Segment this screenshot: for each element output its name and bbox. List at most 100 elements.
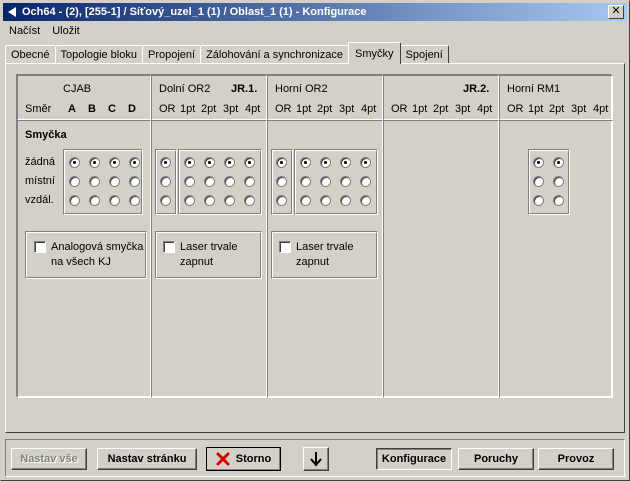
- laser-dolni-label-1: Laser trvale: [180, 241, 238, 253]
- radio-cjab-c2-r0[interactable]: [109, 157, 120, 168]
- nastav-vse-button[interactable]: Nastav vše: [11, 448, 87, 470]
- cjab-label: CJAB: [63, 83, 92, 95]
- tab-obecne[interactable]: Obecné: [5, 45, 56, 64]
- radio-horni-c2-r1[interactable]: [320, 176, 331, 187]
- col-b: B: [88, 103, 96, 115]
- row-label-mistni: místní: [25, 175, 55, 187]
- jr2-label: JR.2.: [463, 83, 490, 95]
- radio-dolni-c3-r2[interactable]: [224, 195, 235, 206]
- radio-horni-c1-r1[interactable]: [300, 176, 311, 187]
- laser-horni-label-2: zapnut: [296, 256, 330, 268]
- radio-horni-c3-r2[interactable]: [340, 195, 351, 206]
- tab-spojeni[interactable]: Spojení: [399, 45, 449, 64]
- port-col-rm1-2: 2pt: [549, 103, 565, 115]
- radio-horni-c2-r0[interactable]: [320, 157, 331, 168]
- radio-rm1-c0-r2[interactable]: [533, 195, 544, 206]
- radio-rm1-c0-r1[interactable]: [533, 176, 544, 187]
- port-col-dolni-4: 4pt: [245, 103, 261, 115]
- radio-dolni-c2-r1[interactable]: [204, 176, 215, 187]
- radio-dolni-c4-r1[interactable]: [244, 176, 255, 187]
- radio-dolni-c1-r2[interactable]: [184, 195, 195, 206]
- radio-cjab-c0-r1[interactable]: [69, 176, 80, 187]
- radio-cjab-c2-r1[interactable]: [109, 176, 120, 187]
- radio-horni-c3-r0[interactable]: [340, 157, 351, 168]
- menu-item-ulozit[interactable]: Uložit: [46, 25, 86, 37]
- radio-horni-c2-r2[interactable]: [320, 195, 331, 206]
- radio-horni-c1-r0[interactable]: [300, 157, 311, 168]
- radio-dolni-c4-r0[interactable]: [244, 157, 255, 168]
- radio-cjab-c1-r2[interactable]: [89, 195, 100, 206]
- radio-cjab-c0-r0[interactable]: [69, 157, 80, 168]
- dolni-checkbox-frame: [155, 231, 262, 279]
- port-col-rm1-0: OR: [507, 103, 524, 115]
- port-col-horni-0: OR: [275, 103, 292, 115]
- radio-dolni-c3-r0[interactable]: [224, 157, 235, 168]
- port-col-horni-3: 3pt: [339, 103, 355, 115]
- storno-button[interactable]: Storno: [206, 447, 281, 471]
- poruchy-button[interactable]: Poruchy: [458, 448, 534, 470]
- radio-dolni-c2-r2[interactable]: [204, 195, 215, 206]
- port-col-horni-1: 1pt: [296, 103, 312, 115]
- radio-cjab-c3-r0[interactable]: [129, 157, 140, 168]
- radio-dolni-c3-r1[interactable]: [224, 176, 235, 187]
- konfigurace-button[interactable]: Konfigurace: [376, 448, 452, 470]
- tab-propojeni[interactable]: Propojení: [141, 45, 202, 64]
- move-down-button[interactable]: [303, 447, 329, 471]
- provoz-button[interactable]: Provoz: [538, 448, 614, 470]
- radio-rm1-c1-r1[interactable]: [553, 176, 564, 187]
- port-col-dolni-3: 3pt: [223, 103, 239, 115]
- laser-dolni-checkbox[interactable]: [163, 241, 175, 253]
- radio-rm1-c0-r0[interactable]: [533, 157, 544, 168]
- radio-cjab-c1-r0[interactable]: [89, 157, 100, 168]
- nastav-stranku-button[interactable]: Nastav stránku: [97, 448, 197, 470]
- port-col-horni-4: 4pt: [361, 103, 377, 115]
- port-col-jr2-2: 2pt: [433, 103, 449, 115]
- radio-dolni-c0-r2[interactable]: [160, 195, 171, 206]
- radio-horni-c1-r2[interactable]: [300, 195, 311, 206]
- horni-rm1-label: Horní RM1: [507, 83, 561, 95]
- radio-cjab-c0-r2[interactable]: [69, 195, 80, 206]
- port-col-rm1-3: 3pt: [571, 103, 587, 115]
- radio-rm1-c1-r2[interactable]: [553, 195, 564, 206]
- radio-horni-c4-r2[interactable]: [360, 195, 371, 206]
- arrow-left-icon: [8, 7, 16, 17]
- radio-horni-c4-r1[interactable]: [360, 176, 371, 187]
- analog-loop-label-1: Analogová smyčka: [51, 241, 144, 253]
- radio-horni-c0-r0[interactable]: [276, 157, 287, 168]
- port-col-dolni-1: 1pt: [180, 103, 196, 115]
- radio-dolni-c0-r0[interactable]: [160, 157, 171, 168]
- close-button[interactable]: ✕: [608, 5, 624, 19]
- tab-topologie-bloku[interactable]: Topologie bloku: [54, 45, 143, 64]
- radio-cjab-c2-r2[interactable]: [109, 195, 120, 206]
- laser-horni-label-1: Laser trvale: [296, 241, 354, 253]
- laser-horni-checkbox[interactable]: [279, 241, 291, 253]
- radio-dolni-c1-r1[interactable]: [184, 176, 195, 187]
- col-a: A: [68, 103, 76, 115]
- radio-dolni-c4-r2[interactable]: [244, 195, 255, 206]
- laser-dolni-label-2: zapnut: [180, 256, 214, 268]
- col-d: D: [128, 103, 136, 115]
- port-col-rm1-4: 4pt: [593, 103, 609, 115]
- radio-horni-c0-r1[interactable]: [276, 176, 287, 187]
- radio-horni-c4-r0[interactable]: [360, 157, 371, 168]
- smer-label: Směr: [25, 103, 52, 115]
- menu-bar: Načíst Uložit: [3, 22, 86, 40]
- radio-horni-c3-r1[interactable]: [340, 176, 351, 187]
- smycka-label: Smyčka: [25, 129, 67, 141]
- port-col-jr2-4: 4pt: [477, 103, 493, 115]
- radio-cjab-c1-r1[interactable]: [89, 176, 100, 187]
- tab-zalohovani[interactable]: Zálohování a synchronizace: [200, 45, 350, 64]
- radio-dolni-c1-r0[interactable]: [184, 157, 195, 168]
- menu-item-nacist[interactable]: Načíst: [3, 25, 46, 37]
- tab-smycky[interactable]: Smyčky: [348, 42, 401, 64]
- radio-dolni-c0-r1[interactable]: [160, 176, 171, 187]
- radio-rm1-c1-r0[interactable]: [553, 157, 564, 168]
- port-col-jr2-1: 1pt: [412, 103, 428, 115]
- radio-dolni-c2-r0[interactable]: [204, 157, 215, 168]
- analog-loop-checkbox[interactable]: [34, 241, 46, 253]
- radio-cjab-c3-r2[interactable]: [129, 195, 140, 206]
- radio-cjab-c3-r1[interactable]: [129, 176, 140, 187]
- horni-checkbox-frame: [271, 231, 378, 279]
- radio-horni-c0-r2[interactable]: [276, 195, 287, 206]
- title-bar[interactable]: Och64 - (2), [255-1] / Síťový_uzel_1 (1)…: [3, 3, 627, 21]
